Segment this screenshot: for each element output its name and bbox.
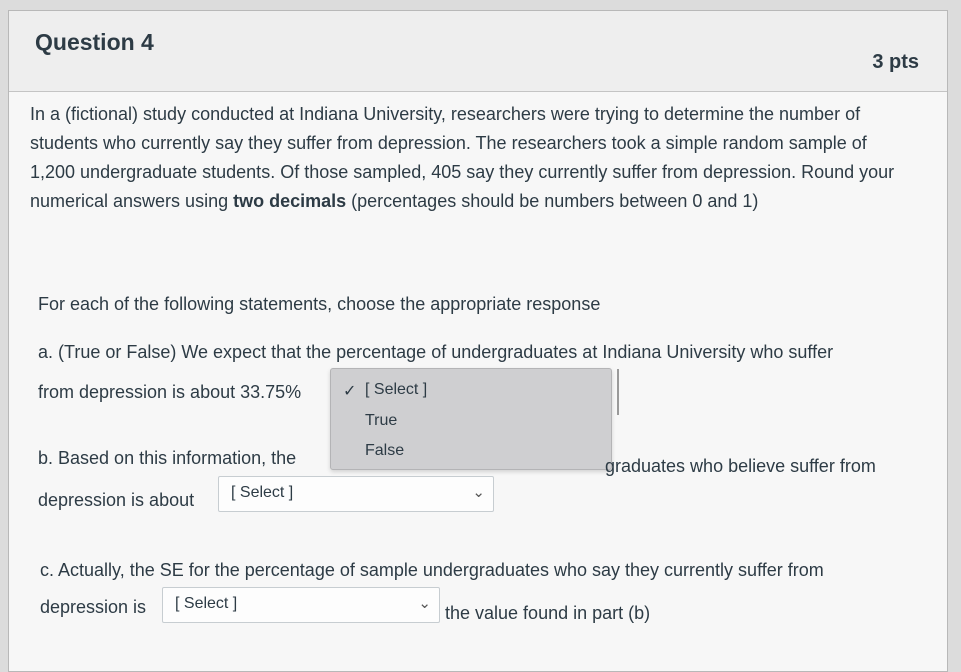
part-c-line1: c. Actually, the SE for the percentage o…: [40, 560, 824, 580]
part-a-line1: a. (True or False) We expect that the pe…: [38, 342, 834, 362]
part-a-selected-option[interactable]: [ Select ]: [365, 381, 427, 399]
option-false[interactable]: False: [365, 442, 404, 460]
question-points: 3 pts: [872, 51, 919, 73]
part-c-line2-start: depression is: [40, 597, 147, 617]
part-b-line2: depression is about: [38, 490, 195, 510]
part-a-dropdown-open[interactable]: ✓ [ Select ] True False: [330, 368, 619, 470]
part-c-select-label: [ Select ]: [175, 595, 238, 612]
chevron-down-icon: ⌄: [418, 595, 431, 612]
part-c-select[interactable]: [ Select ] ⌄: [162, 587, 440, 623]
dropdown-edge: [613, 369, 619, 415]
stem-text-end: (percentages should be numbers between 0…: [346, 191, 759, 211]
part-b-line1-start: b. Based on this information, the: [38, 448, 297, 468]
chevron-down-icon: ⌄: [472, 484, 485, 501]
part-b-select[interactable]: [ Select ] ⌄: [218, 476, 494, 512]
part-b-select-label: [ Select ]: [231, 484, 294, 501]
question-title: Question 4: [35, 29, 154, 55]
instruction-text: For each of the following statements, ch…: [38, 294, 601, 314]
question-header: Question 4 3 pts: [9, 11, 947, 92]
option-true[interactable]: True: [365, 412, 397, 430]
part-b-line1-end: graduates who believe suffer from: [605, 456, 876, 476]
part-a-line2: from depression is about 33.75%: [38, 382, 302, 402]
stem-bold-text: two decimals: [233, 191, 347, 211]
checkmark-icon: ✓: [343, 383, 357, 400]
part-c-line2-end: the value found in part (b): [445, 603, 651, 623]
question-stem: In a (fictional) study conducted at Indi…: [30, 100, 910, 216]
